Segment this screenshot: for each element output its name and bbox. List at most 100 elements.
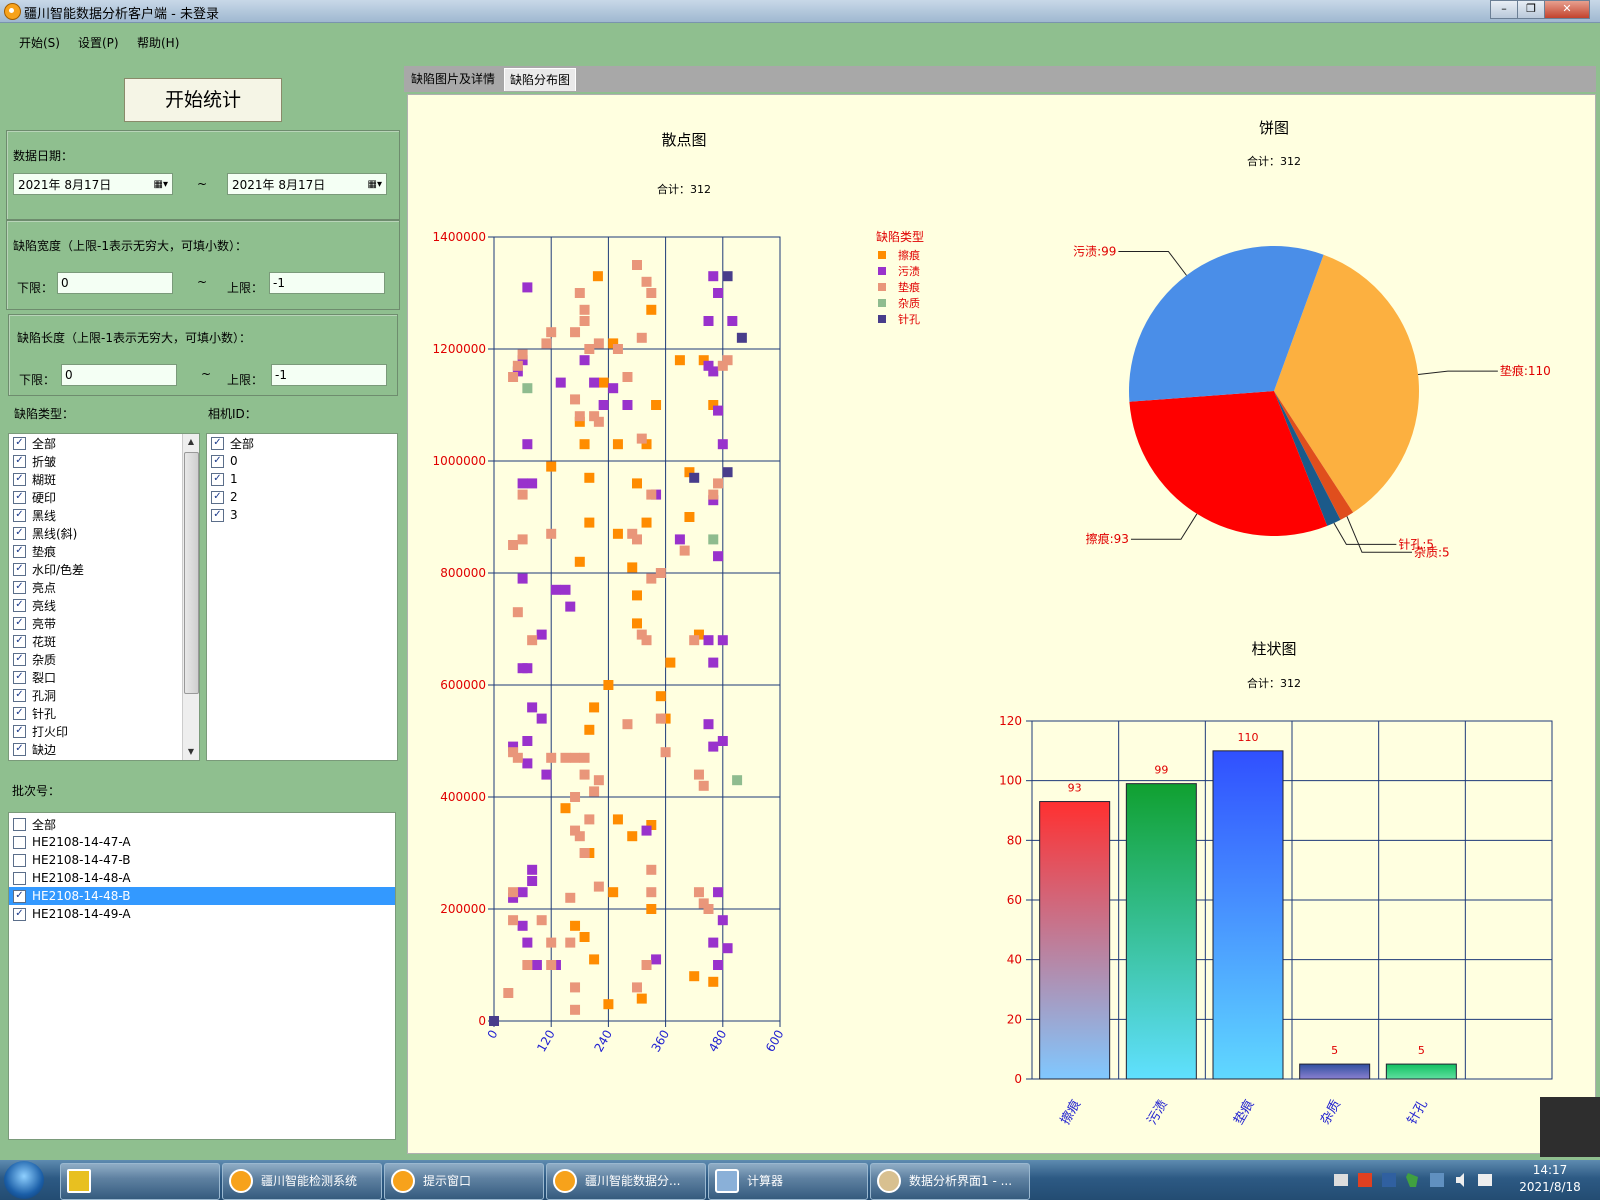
checkbox[interactable] bbox=[13, 853, 26, 867]
batch-item[interactable]: HE2108-14-48-A bbox=[9, 869, 395, 887]
start-statistics-button[interactable]: 开始统计 bbox=[124, 78, 282, 122]
checkbox[interactable]: ✓ bbox=[13, 889, 26, 903]
camera-item[interactable]: ✓ 2 bbox=[207, 488, 397, 506]
batch-list[interactable]: 全部 HE2108-14-47-A HE2108-14-47-B HE2108-14-… bbox=[8, 812, 396, 1140]
shield-icon[interactable] bbox=[1406, 1173, 1418, 1187]
keyboard-icon[interactable] bbox=[1334, 1174, 1348, 1186]
checkbox[interactable]: ✓ bbox=[13, 688, 26, 702]
checkbox[interactable]: ✓ bbox=[211, 490, 224, 504]
checkbox[interactable]: ✓ bbox=[13, 526, 26, 540]
taskbar-item-3[interactable]: 计算器 bbox=[708, 1163, 868, 1200]
defect-type-item[interactable]: ✓ 黑线 bbox=[9, 506, 181, 524]
checkbox[interactable] bbox=[13, 817, 26, 831]
taskbar-item-1[interactable]: 提示窗口 bbox=[384, 1163, 544, 1200]
menu-start[interactable]: 开始(S) bbox=[19, 34, 60, 51]
scatter-point bbox=[622, 719, 633, 730]
volume-icon[interactable] bbox=[1456, 1173, 1464, 1187]
checkbox[interactable]: ✓ bbox=[13, 508, 26, 522]
close-button[interactable]: ✕ bbox=[1544, 0, 1590, 19]
camera-item[interactable]: ✓ 1 bbox=[207, 470, 397, 488]
checkbox[interactable]: ✓ bbox=[13, 670, 26, 684]
defect-type-item[interactable]: ✓ 全部 bbox=[9, 434, 181, 452]
start-orb-icon[interactable] bbox=[4, 1161, 44, 1199]
defect-type-item[interactable]: ✓ 杂质 bbox=[9, 650, 181, 668]
batch-item[interactable]: 全部 bbox=[9, 815, 395, 833]
checkbox[interactable]: ✓ bbox=[13, 616, 26, 630]
taskbar-item-0[interactable]: 疆川智能检测系统 bbox=[222, 1163, 382, 1200]
batch-item[interactable]: ✓ HE2108-14-48-B bbox=[9, 887, 395, 905]
tray-app-icon[interactable] bbox=[1358, 1173, 1372, 1187]
checkbox[interactable]: ✓ bbox=[211, 472, 224, 486]
minimize-button[interactable]: – bbox=[1490, 0, 1518, 19]
checkbox[interactable] bbox=[13, 871, 26, 885]
defect-type-item[interactable]: ✓ 亮点 bbox=[9, 578, 181, 596]
checkbox[interactable]: ✓ bbox=[13, 907, 26, 921]
network-icon[interactable] bbox=[1478, 1174, 1492, 1186]
defect-type-item[interactable]: ✓ 亮带 bbox=[9, 614, 181, 632]
checkbox[interactable]: ✓ bbox=[13, 472, 26, 486]
camera-item[interactable]: ✓ 全部 bbox=[207, 434, 397, 452]
defect-type-item[interactable]: ✓ 打火印 bbox=[9, 722, 181, 740]
batch-item[interactable]: HE2108-14-47-A bbox=[9, 833, 395, 851]
taskbar-item-2[interactable]: 疆川智能数据分... bbox=[546, 1163, 706, 1200]
checkbox[interactable]: ✓ bbox=[211, 508, 224, 522]
tray-app-icon[interactable] bbox=[1430, 1173, 1444, 1187]
defect-type-item[interactable]: ✓ 亮线 bbox=[9, 596, 181, 614]
date-from-picker[interactable]: 2021年 8月17日 ▦▾ bbox=[13, 173, 173, 195]
maximize-button[interactable]: ❐ bbox=[1517, 0, 1545, 19]
camera-item[interactable]: ✓ 0 bbox=[207, 452, 397, 470]
length-upper-input[interactable] bbox=[271, 364, 387, 386]
menu-settings[interactable]: 设置(P) bbox=[78, 34, 119, 51]
taskbar-item-4[interactable]: 数据分析界面1 - ... bbox=[870, 1163, 1030, 1200]
defect-type-item[interactable]: ✓ 裂口 bbox=[9, 668, 181, 686]
calendar-dropdown-icon[interactable]: ▦▾ bbox=[146, 178, 168, 191]
defect-type-item[interactable]: ✓ 水印/色差 bbox=[9, 560, 181, 578]
scroll-up-icon[interactable]: ▲ bbox=[183, 434, 199, 450]
checkbox[interactable]: ✓ bbox=[13, 544, 26, 558]
batch-item[interactable]: HE2108-14-47-B bbox=[9, 851, 395, 869]
tab-defect-images[interactable]: 缺陷图片及详情 bbox=[406, 68, 500, 90]
scroll-down-icon[interactable]: ▼ bbox=[183, 744, 199, 760]
defect-type-item[interactable]: ✓ 孔洞 bbox=[9, 686, 181, 704]
camera-id-list[interactable]: ✓ 全部 ✓ 0 ✓ 1 ✓ 2 ✓ 3 bbox=[206, 433, 398, 761]
taskbar-item-explorer[interactable] bbox=[60, 1163, 220, 1200]
defect-type-item[interactable]: ✓ 花斑 bbox=[9, 632, 181, 650]
checkbox[interactable]: ✓ bbox=[13, 634, 26, 648]
checkbox[interactable]: ✓ bbox=[211, 454, 224, 468]
defect-type-scrollbar[interactable]: ▲ ▼ bbox=[182, 434, 199, 760]
checkbox[interactable]: ✓ bbox=[13, 454, 26, 468]
width-lower-input[interactable] bbox=[57, 272, 173, 294]
checkbox[interactable]: ✓ bbox=[13, 562, 26, 576]
checkbox[interactable] bbox=[13, 835, 26, 849]
defect-type-item[interactable]: ✓ 缺边 bbox=[9, 740, 181, 758]
batch-item[interactable]: ✓ HE2108-14-49-A bbox=[9, 905, 395, 923]
checkbox[interactable]: ✓ bbox=[13, 652, 26, 666]
tab-defect-distribution[interactable]: 缺陷分布图 bbox=[504, 68, 577, 91]
checkbox[interactable]: ✓ bbox=[13, 724, 26, 738]
floating-widget[interactable] bbox=[1540, 1097, 1600, 1157]
checkbox[interactable]: ✓ bbox=[13, 490, 26, 504]
calendar-dropdown-icon[interactable]: ▦▾ bbox=[360, 178, 382, 191]
checkbox[interactable]: ✓ bbox=[13, 598, 26, 612]
defect-type-item[interactable]: ✓ 垫痕 bbox=[9, 542, 181, 560]
app-icon bbox=[4, 3, 21, 20]
checkbox[interactable]: ✓ bbox=[211, 436, 224, 450]
defect-type-item[interactable]: ✓ 针孔 bbox=[9, 704, 181, 722]
checkbox[interactable]: ✓ bbox=[13, 742, 26, 756]
checkbox[interactable]: ✓ bbox=[13, 580, 26, 594]
defect-type-item[interactable]: ✓ 硬印 bbox=[9, 488, 181, 506]
menu-help[interactable]: 帮助(H) bbox=[137, 34, 179, 51]
checkbox[interactable]: ✓ bbox=[13, 436, 26, 450]
scroll-thumb[interactable] bbox=[184, 452, 199, 694]
date-to-picker[interactable]: 2021年 8月17日 ▦▾ bbox=[227, 173, 387, 195]
defect-type-item[interactable]: ✓ 黑线(斜) bbox=[9, 524, 181, 542]
clock[interactable]: 14:17 2021/8/18 bbox=[1510, 1162, 1590, 1196]
width-upper-input[interactable] bbox=[269, 272, 385, 294]
defect-type-item[interactable]: ✓ 糊斑 bbox=[9, 470, 181, 488]
checkbox[interactable]: ✓ bbox=[13, 706, 26, 720]
defect-type-list[interactable]: ✓ 全部 ✓ 折皱 ✓ 糊斑 ✓ 硬印 ✓ 黑线 ✓ 黑线(斜) ✓ 垫痕 ✓ 水印/色差 ✓ 亮点 ✓ 亮线 ✓ 亮带 ✓… bbox=[8, 433, 200, 761]
length-lower-input[interactable] bbox=[61, 364, 177, 386]
defect-type-item[interactable]: ✓ 折皱 bbox=[9, 452, 181, 470]
tray-app-icon[interactable] bbox=[1382, 1173, 1396, 1187]
camera-item[interactable]: ✓ 3 bbox=[207, 506, 397, 524]
